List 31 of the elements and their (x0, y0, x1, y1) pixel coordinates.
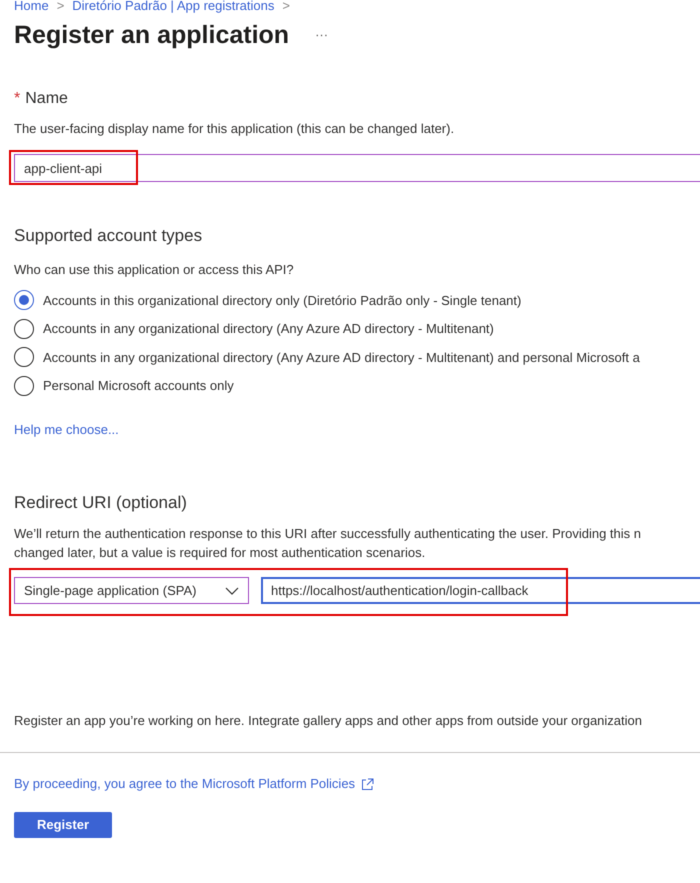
policy-link[interactable]: By proceeding, you agree to the Microsoft Platform Policies (14, 776, 356, 792)
breadcrumb-separator: > (282, 0, 290, 13)
breadcrumb-link[interactable]: Home (14, 0, 49, 13)
section-heading: Redirect URI (optional) (13, 493, 188, 513)
name-input-field[interactable]: app-client-api (14, 154, 700, 182)
radio-option[interactable]: Accounts in this organizational directory only (Diretório Padrão only - Single tenant) (14, 286, 700, 314)
radio-button[interactable] (14, 376, 34, 396)
info-text: Register an app you’re working on here. Integrate gallery apps and other apps from outside your organization (13, 713, 643, 729)
description-text: We’ll return the authentication response to this URI after successfully authenticating the user. Providing this n (14, 525, 641, 543)
radio-button[interactable] (14, 347, 34, 368)
radio-button[interactable] (14, 290, 34, 310)
radio-option[interactable]: Personal Microsoft accounts only (14, 372, 700, 400)
section-heading: Supported account types (13, 226, 204, 246)
platform-dropdown[interactable]: Single-page application (SPA) (14, 577, 249, 604)
radio-option[interactable]: Accounts in any organizational directory (Any Azure AD directory - Multitenant) (14, 314, 700, 343)
more-button[interactable]: ··· (315, 25, 328, 45)
redirect-uri-field[interactable]: https://localhost/authentication/login-callback (261, 577, 700, 604)
required-mark: * (14, 89, 20, 109)
help-link[interactable]: Help me choose... (14, 422, 119, 438)
breadcrumb-separator: > (56, 0, 64, 13)
external-link-icon (361, 778, 374, 790)
field-label: Name (25, 89, 68, 109)
field-description: The user-facing display name for this application (this can be changed later). (13, 121, 456, 137)
question-text: Who can use this application or access this API? (13, 262, 295, 278)
radio-button[interactable] (14, 318, 34, 339)
description-text: changed later, but a value is required for most authentication scenarios. (14, 544, 426, 562)
page-title: Register an application (14, 20, 290, 50)
chevron-down-icon (225, 586, 239, 594)
radio-option[interactable]: Accounts in any organizational directory (Any Azure AD directory - Multitenant) and personal Microsoft a (14, 343, 700, 372)
register-button[interactable]: Register (14, 812, 112, 838)
breadcrumb-link[interactable]: Diretório Padrão | App registrations (72, 0, 274, 13)
